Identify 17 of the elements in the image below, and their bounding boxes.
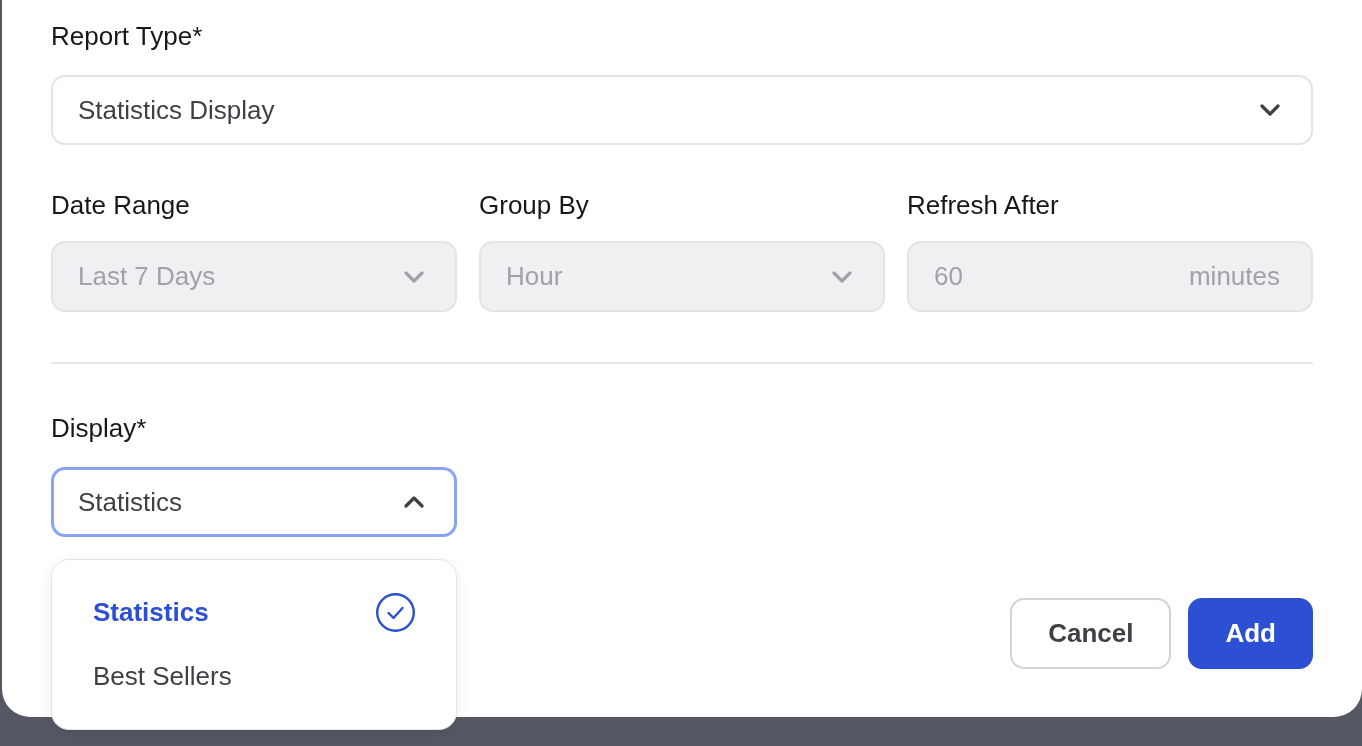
field-label: Group By bbox=[479, 189, 589, 221]
field-label: Report Type* bbox=[51, 20, 203, 52]
outline-button[interactable]: Cancel bbox=[1010, 598, 1172, 669]
field-label: Refresh After bbox=[907, 189, 1059, 221]
chevron-up-icon bbox=[404, 496, 424, 508]
primary-button[interactable]: Add bbox=[1188, 598, 1313, 669]
chevron-down-icon bbox=[832, 270, 852, 283]
unit-label: minutes bbox=[1188, 261, 1280, 292]
dropdown-option[interactable]: Best Sellers bbox=[60, 644, 448, 708]
field-label: Display* bbox=[51, 412, 147, 444]
chevron-down-icon bbox=[1260, 104, 1280, 116]
dropdown-field[interactable]: Statistics Display bbox=[51, 75, 1313, 145]
check-circle-icon bbox=[376, 592, 415, 632]
dropdown-option[interactable]: Statistics bbox=[60, 580, 448, 644]
field-label: Date Range bbox=[51, 189, 190, 221]
chevron-down-icon bbox=[404, 270, 424, 283]
dropdown-field[interactable]: Statistics bbox=[51, 467, 457, 537]
